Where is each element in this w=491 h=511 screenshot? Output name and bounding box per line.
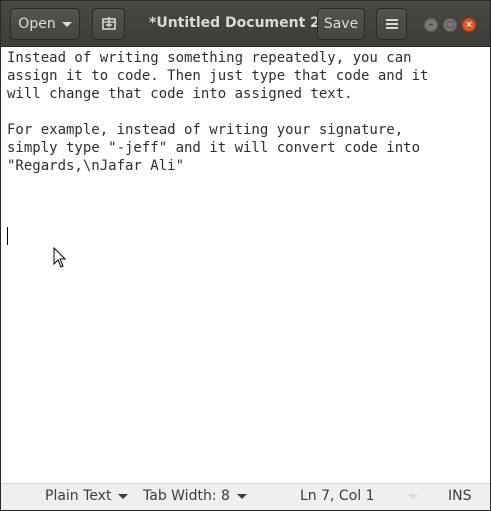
maximize-icon: □ (445, 20, 455, 30)
insert-mode-indicator: INS (448, 488, 472, 504)
open-button[interactable]: Open (10, 8, 80, 40)
text-line: "Regards,\nJafar Ali" (7, 158, 185, 174)
text-cursor (7, 227, 8, 245)
cursor-position[interactable]: Ln 7, Col 1 (300, 488, 375, 504)
language-label: Plain Text (45, 488, 112, 504)
close-icon: × (465, 20, 473, 30)
tab-width-label: Tab Width: 8 (143, 488, 230, 504)
text-editor-area[interactable]: Instead of writing something repeatedly,… (1, 47, 490, 483)
hamburger-menu-icon (385, 19, 398, 29)
minimize-button[interactable]: – (424, 18, 438, 32)
chevron-down-icon (236, 493, 247, 499)
close-button[interactable]: × (462, 18, 476, 32)
open-button-label: Open (18, 16, 56, 32)
minimize-icon: – (428, 20, 434, 30)
language-selector[interactable]: Plain Text (45, 488, 129, 504)
menu-button[interactable] (376, 8, 407, 40)
text-line: Instead of writing something repeatedly,… (7, 50, 412, 66)
save-button[interactable]: Save (317, 8, 365, 40)
cursor-position-label: Ln 7, Col 1 (300, 488, 375, 504)
mouse-pointer-icon (53, 247, 67, 268)
text-line: will change that code into assigned text… (7, 86, 353, 102)
new-document-icon (101, 17, 116, 30)
chevron-down-icon (118, 493, 129, 499)
window-title: *Untitled Document 2 (149, 15, 320, 31)
tab-width-selector[interactable]: Tab Width: 8 (143, 488, 247, 504)
gedit-window: Open *Untitled Document 2 Save – □ × Ins… (0, 0, 491, 511)
new-document-button[interactable] (92, 8, 125, 40)
maximize-button[interactable]: □ (443, 18, 457, 32)
status-bar: Plain Text Tab Width: 8 Ln 7, Col 1 INS (1, 483, 490, 510)
chevron-down-icon (61, 21, 72, 27)
header-bar: Open *Untitled Document 2 Save – □ × (1, 1, 490, 47)
text-line: For example, instead of writing your sig… (7, 122, 404, 138)
chevron-down-icon[interactable] (408, 494, 418, 499)
text-line: assign it to code. Then just type that c… (7, 68, 429, 84)
text-line: simply type "-jeff" and it will convert … (7, 140, 421, 156)
